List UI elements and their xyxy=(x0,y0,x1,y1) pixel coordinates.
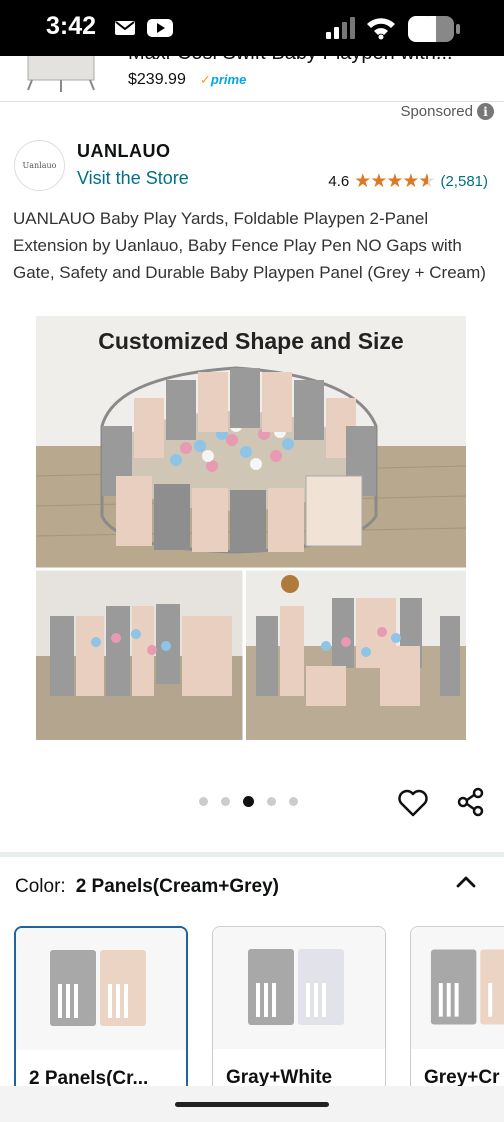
heart-icon[interactable] xyxy=(397,787,429,819)
color-value: 2 Panels(Cream+Grey) xyxy=(75,876,279,897)
product-title: UANLAUO Baby Play Yards, Foldable Plaype… xyxy=(13,209,486,282)
battery-icon xyxy=(408,16,460,47)
wifi-icon xyxy=(366,16,396,45)
home-indicator[interactable] xyxy=(175,1102,329,1107)
previous-product-header[interactable]: Maxi-Cosi Swift Baby Playpen with... $23… xyxy=(0,56,504,102)
share-icon[interactable] xyxy=(455,786,487,818)
carousel-dot[interactable] xyxy=(289,797,298,806)
mail-icon xyxy=(114,19,136,42)
swatch-image xyxy=(213,927,385,1049)
sponsored-text: Sponsored xyxy=(400,103,473,120)
visit-store-link[interactable]: Visit the Store xyxy=(77,168,189,189)
color-swatch[interactable]: Gray+White xyxy=(212,926,386,1096)
carousel-dot[interactable] xyxy=(267,797,276,806)
signal-icon xyxy=(326,17,356,44)
carousel-dot[interactable] xyxy=(221,797,230,806)
youtube-icon xyxy=(147,18,173,43)
sponsored-label[interactable]: Sponsored i xyxy=(400,103,494,120)
prime-badge: ✓prime xyxy=(200,72,246,88)
previous-product-title[interactable]: Maxi-Cosi Swift Baby Playpen with... xyxy=(128,56,453,65)
color-swatch-selected[interactable]: 2 Panels(Cr... xyxy=(14,926,188,1096)
carousel-dot[interactable] xyxy=(199,797,208,806)
prime-label: prime xyxy=(210,72,247,87)
playpen-thumbnail-icon xyxy=(22,56,100,94)
swatch-image xyxy=(16,928,186,1050)
swatch-image xyxy=(411,927,504,1049)
image-caption: Customized Shape and Size xyxy=(98,328,404,354)
carousel-dot-active[interactable] xyxy=(243,796,254,807)
carousel-dots[interactable] xyxy=(199,796,298,807)
color-swatch[interactable]: Grey+Cr xyxy=(410,926,504,1096)
brand-name: UANLAUO xyxy=(77,141,171,161)
rating-count[interactable]: (2,581) xyxy=(440,173,488,190)
product-image[interactable]: Customized Shape and Size xyxy=(35,316,467,740)
section-divider xyxy=(0,852,504,857)
rating-summary[interactable]: 4.6 ★★★★★ ★ (2,581) xyxy=(328,170,488,193)
chevron-up-icon[interactable] xyxy=(454,870,478,894)
previous-product-price: $239.99 xyxy=(128,71,186,88)
status-time: 3:42 xyxy=(46,12,97,40)
info-icon[interactable]: i xyxy=(477,103,494,120)
playpen-illustration xyxy=(35,316,467,740)
brand-logo-text: Uanlauo xyxy=(22,161,57,170)
prime-check-icon: ✓ xyxy=(200,72,211,87)
brand-logo[interactable]: Uanlauo xyxy=(14,140,65,191)
color-label: Color: xyxy=(15,876,66,897)
star-rating-icon: ★★★★★ ★ xyxy=(354,171,435,192)
color-selector-header[interactable]: Color: 2 Panels(Cream+Grey) xyxy=(15,876,279,898)
status-bar: 3:42 xyxy=(0,0,504,56)
rating-value: 4.6 xyxy=(328,173,350,190)
